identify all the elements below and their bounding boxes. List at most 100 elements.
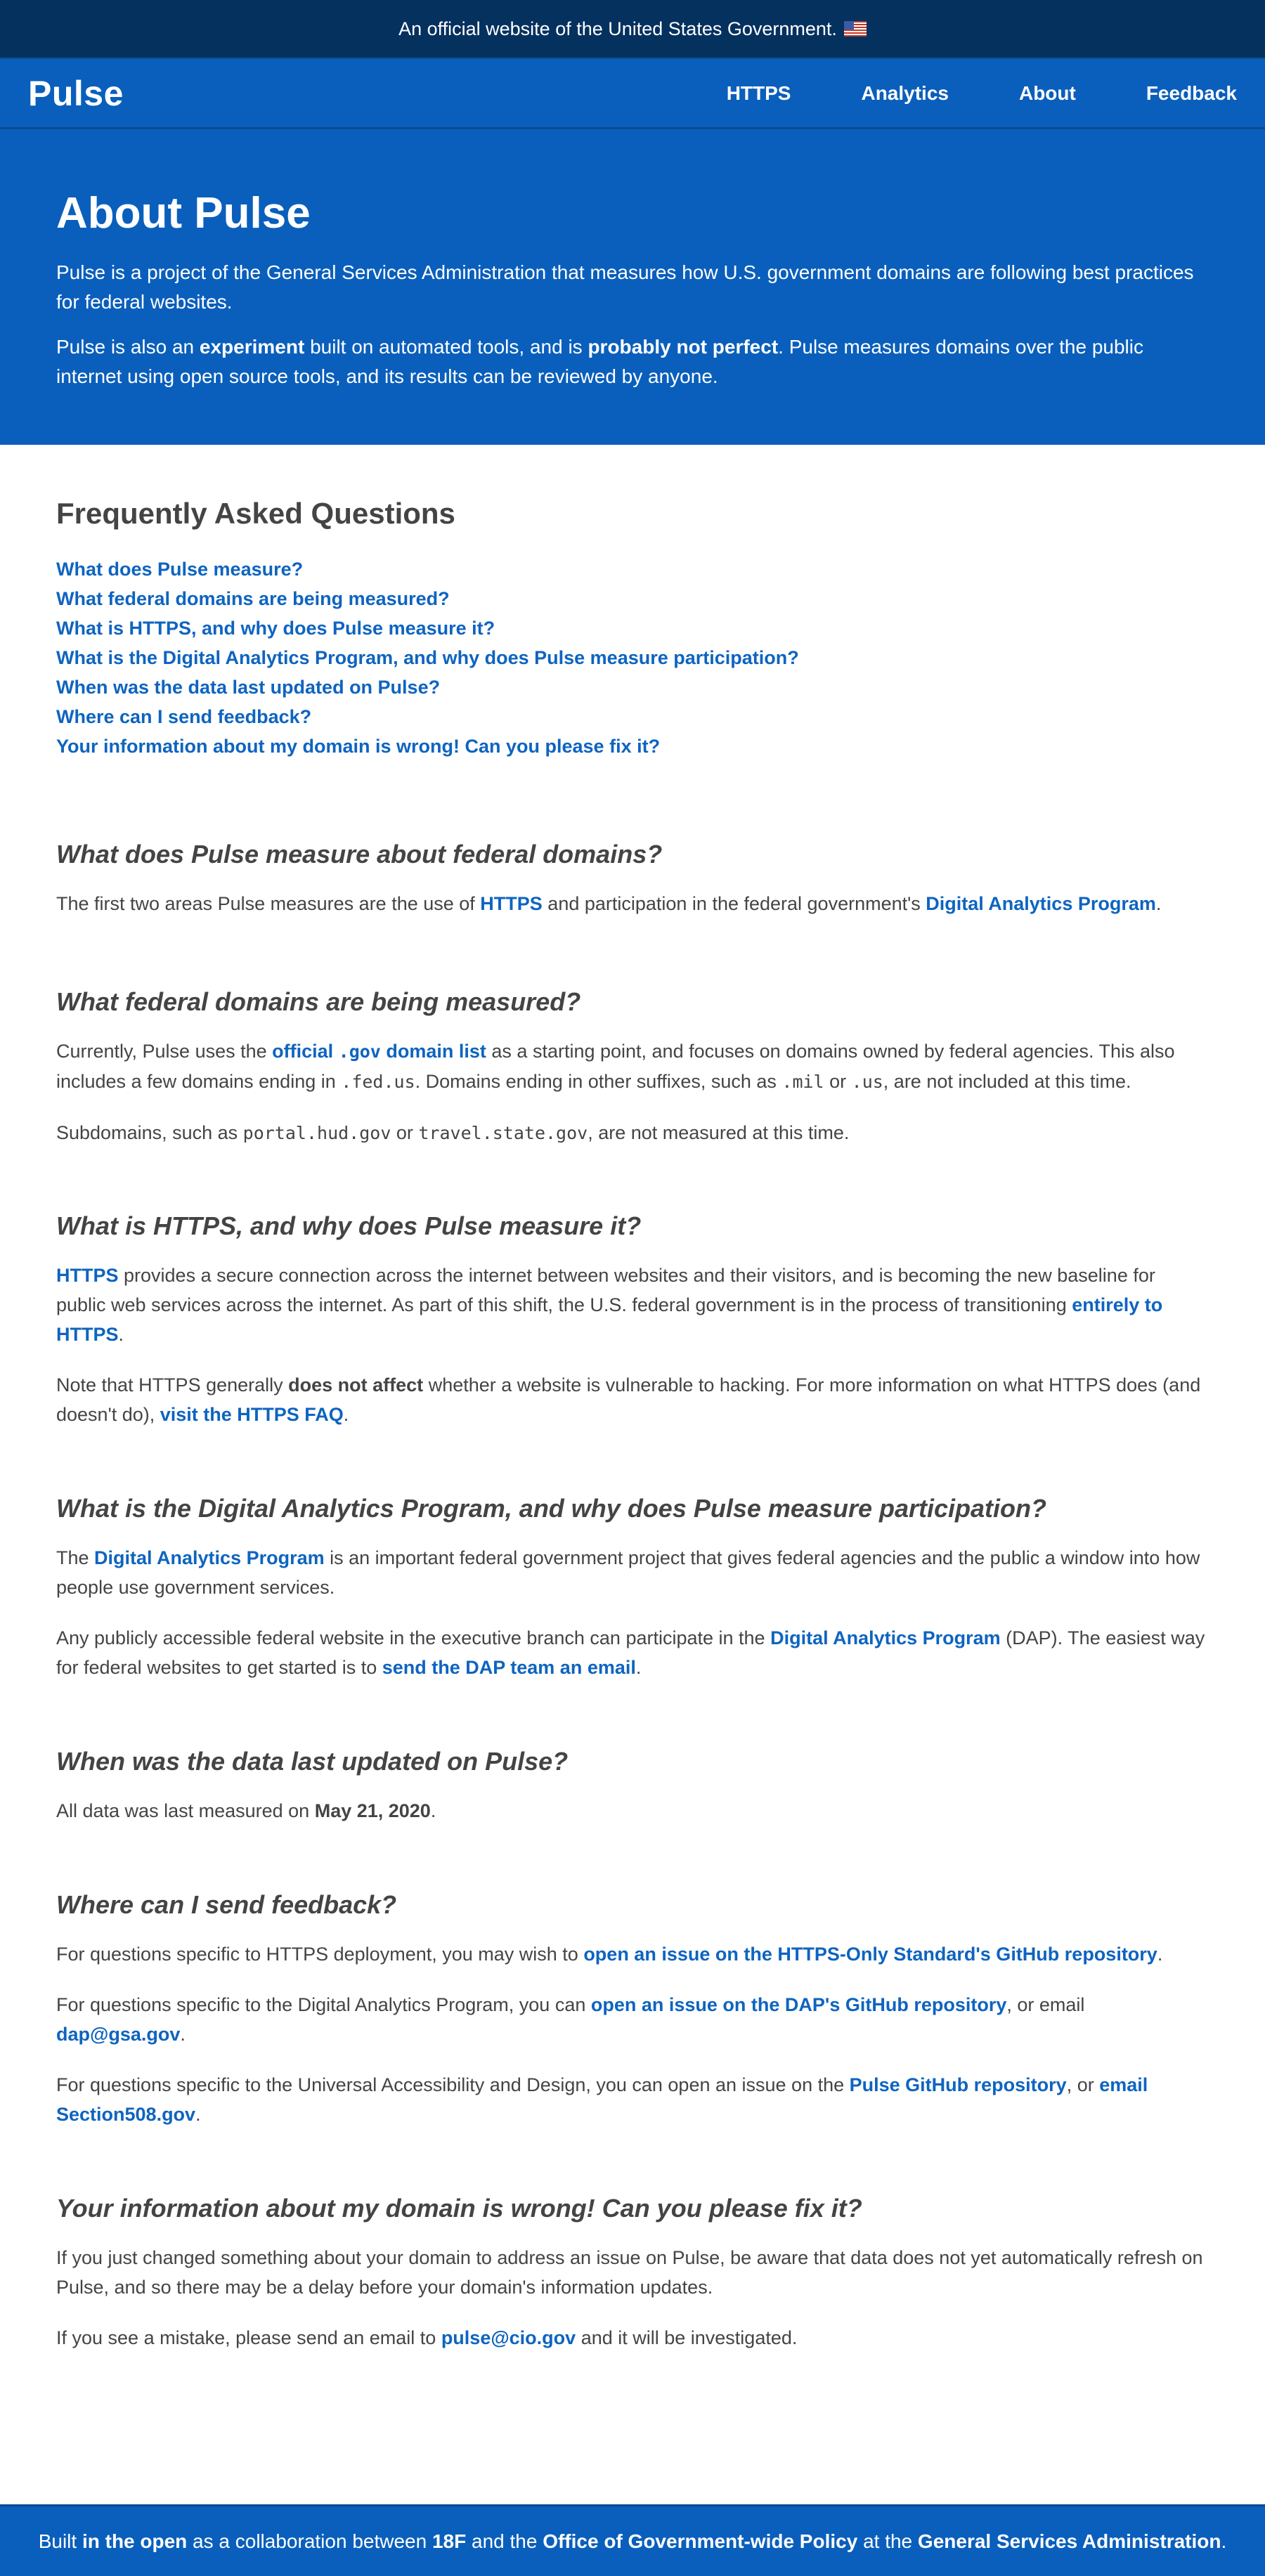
faq-heading: Frequently Asked Questions <box>56 497 455 530</box>
text: For questions specific to the Digital An… <box>56 1994 591 2015</box>
text: and it will be investigated. <box>576 2327 798 2348</box>
section-https: What is HTTPS, and why does Pulse measur… <box>56 1211 1209 1429</box>
official-gov-banner: An official website of the United States… <box>0 0 1265 58</box>
section-paragraph: Note that HTTPS generally does not affec… <box>56 1370 1209 1429</box>
nav-link-feedback[interactable]: Feedback <box>1146 82 1237 105</box>
section-paragraph: For questions specific to HTTPS deployme… <box>56 1939 1209 1969</box>
gov-banner-text: An official website of the United States… <box>398 18 837 39</box>
section-feedback: Where can I send feedback? For questions… <box>56 1890 1209 2129</box>
section-paragraph: For questions specific to the Universal … <box>56 2070 1209 2129</box>
faq-link-updated[interactable]: When was the data last updated on Pulse? <box>56 677 440 698</box>
text: at the <box>857 2530 918 2552</box>
section-paragraph: If you see a mistake, please send an ema… <box>56 2323 1209 2353</box>
text: . <box>430 1800 436 1821</box>
text: or <box>824 1071 852 1092</box>
dap-email-link[interactable]: dap@gsa.gov <box>56 2024 180 2045</box>
gsa-link[interactable]: General Services Administration <box>918 2530 1221 2552</box>
section-paragraph: Subdomains, such as portal.hud.gov or tr… <box>56 1118 1209 1148</box>
text: . <box>1221 2530 1227 2552</box>
text: Built <box>38 2530 82 2552</box>
brand-logo-link[interactable]: Pulse <box>28 73 727 114</box>
official-gov-domain-list-link[interactable]: official .gov domain list <box>272 1041 486 1062</box>
section-dap: What is the Digital Analytics Program, a… <box>56 1494 1209 1682</box>
text: For questions specific to the Universal … <box>56 2074 850 2095</box>
text: . <box>1157 1944 1163 1965</box>
section-paragraph: If you just changed something about your… <box>56 2247 1203 2298</box>
faq-link-feedback[interactable]: Where can I send feedback? <box>56 706 311 727</box>
faq-link-https[interactable]: What is HTTPS, and why does Pulse measur… <box>56 618 495 639</box>
pulse-github-link[interactable]: Pulse GitHub repository <box>850 2074 1067 2095</box>
text: provides a secure connection across the … <box>56 1265 1155 1315</box>
text: For questions specific to HTTPS deployme… <box>56 1944 584 1965</box>
text: , are not measured at this time. <box>588 1122 850 1143</box>
text: built on automated tools, and is <box>304 336 588 358</box>
in-the-open-link[interactable]: in the open <box>82 2530 187 2552</box>
18f-link[interactable]: 18F <box>432 2530 466 2552</box>
text: . <box>118 1324 124 1345</box>
list-item: What is HTTPS, and why does Pulse measur… <box>56 613 1209 643</box>
list-item: What is the Digital Analytics Program, a… <box>56 643 1209 672</box>
list-item: When was the data last updated on Pulse? <box>56 672 1209 702</box>
list-item: What federal domains are being measured? <box>56 584 1209 613</box>
text: , or <box>1066 2074 1100 2095</box>
section-heading: What is the Digital Analytics Program, a… <box>56 1494 1046 1523</box>
link-code: .gov <box>338 1041 381 1062</box>
nav-link-about[interactable]: About <box>1019 82 1076 105</box>
list-item: What does Pulse measure? <box>56 554 1209 584</box>
dap-link[interactable]: Digital Analytics Program <box>926 893 1156 914</box>
suffix-code: .us <box>851 1072 883 1092</box>
list-item: Your information about my domain is wron… <box>56 731 1209 761</box>
nav-link-https[interactable]: HTTPS <box>727 82 791 105</box>
text: All data was last measured on <box>56 1800 315 1821</box>
text: as a collaboration between <box>187 2530 432 2552</box>
text: Currently, Pulse uses the <box>56 1041 273 1062</box>
last-updated-date: May 21, 2020 <box>314 1800 431 1821</box>
nav-link-analytics[interactable]: Analytics <box>861 82 949 105</box>
dap-email-link[interactable]: send the DAP team an email <box>382 1657 636 1678</box>
https-only-github-link[interactable]: open an issue on the HTTPS-Only Standard… <box>583 1944 1157 1965</box>
suffix-code: .mil <box>781 1072 824 1092</box>
ogp-link[interactable]: Office of Government-wide Policy <box>543 2530 857 2552</box>
text: , or email <box>1006 1994 1085 2015</box>
section-heading: What does Pulse measure about federal do… <box>56 840 663 869</box>
text: The <box>56 1547 95 1568</box>
text: . Domains ending in other suffixes, such… <box>415 1071 782 1092</box>
hero-experiment-paragraph: Pulse is also an experiment built on aut… <box>56 332 1209 391</box>
list-item: Where can I send feedback? <box>56 702 1209 731</box>
text: and the <box>466 2530 543 2552</box>
faq-link-domains[interactable]: What federal domains are being measured? <box>56 588 450 609</box>
text: The first two areas Pulse measures are t… <box>56 893 481 914</box>
text: . <box>180 2024 186 2045</box>
link-text: domain list <box>380 1041 486 1062</box>
text: or <box>391 1122 419 1143</box>
section-paragraph: The Digital Analytics Program is an impo… <box>56 1543 1209 1602</box>
https-link[interactable]: HTTPS <box>480 893 543 914</box>
section-paragraph: The first two areas Pulse measures are t… <box>56 889 1209 918</box>
https-link[interactable]: HTTPS <box>56 1265 119 1286</box>
footer-text: Built in the open as a collaboration bet… <box>39 2530 1227 2553</box>
section-measure: What does Pulse measure about federal do… <box>56 840 1209 918</box>
faq-link-wrong-info[interactable]: Your information about my domain is wron… <box>56 736 660 757</box>
section-heading: When was the data last updated on Pulse? <box>56 1747 569 1776</box>
faq-list: What does Pulse measure? What federal do… <box>56 554 1209 761</box>
dap-github-link[interactable]: open an issue on the DAP's GitHub reposi… <box>591 1994 1007 2015</box>
text: . <box>195 2104 201 2125</box>
pulse-email-link[interactable]: pulse@cio.gov <box>441 2327 576 2348</box>
page-title: About Pulse <box>56 189 311 238</box>
faq-link-dap[interactable]: What is the Digital Analytics Program, a… <box>56 647 799 668</box>
faq-link-measure[interactable]: What does Pulse measure? <box>56 559 303 580</box>
section-paragraph: All data was last measured on May 21, 20… <box>56 1796 1209 1826</box>
section-wrong-info: Your information about my domain is wron… <box>56 2194 1209 2353</box>
experiment-emphasis: experiment <box>199 336 305 358</box>
main-content: Frequently Asked Questions What does Pul… <box>0 445 1265 2353</box>
suffix-code: .fed.us <box>341 1072 415 1092</box>
link-text: official <box>272 1041 339 1062</box>
about-hero: About Pulse Pulse is a project of the Ge… <box>0 129 1265 445</box>
section-heading: What federal domains are being measured? <box>56 987 581 1016</box>
section-updated: When was the data last updated on Pulse?… <box>56 1747 1209 1826</box>
dap-link[interactable]: Digital Analytics Program <box>770 1627 1001 1648</box>
text: and participation in the federal governm… <box>542 893 926 914</box>
not-perfect-emphasis: probably not perfect <box>588 336 779 358</box>
https-faq-link[interactable]: visit the HTTPS FAQ <box>160 1404 344 1425</box>
dap-link[interactable]: Digital Analytics Program <box>94 1547 325 1568</box>
